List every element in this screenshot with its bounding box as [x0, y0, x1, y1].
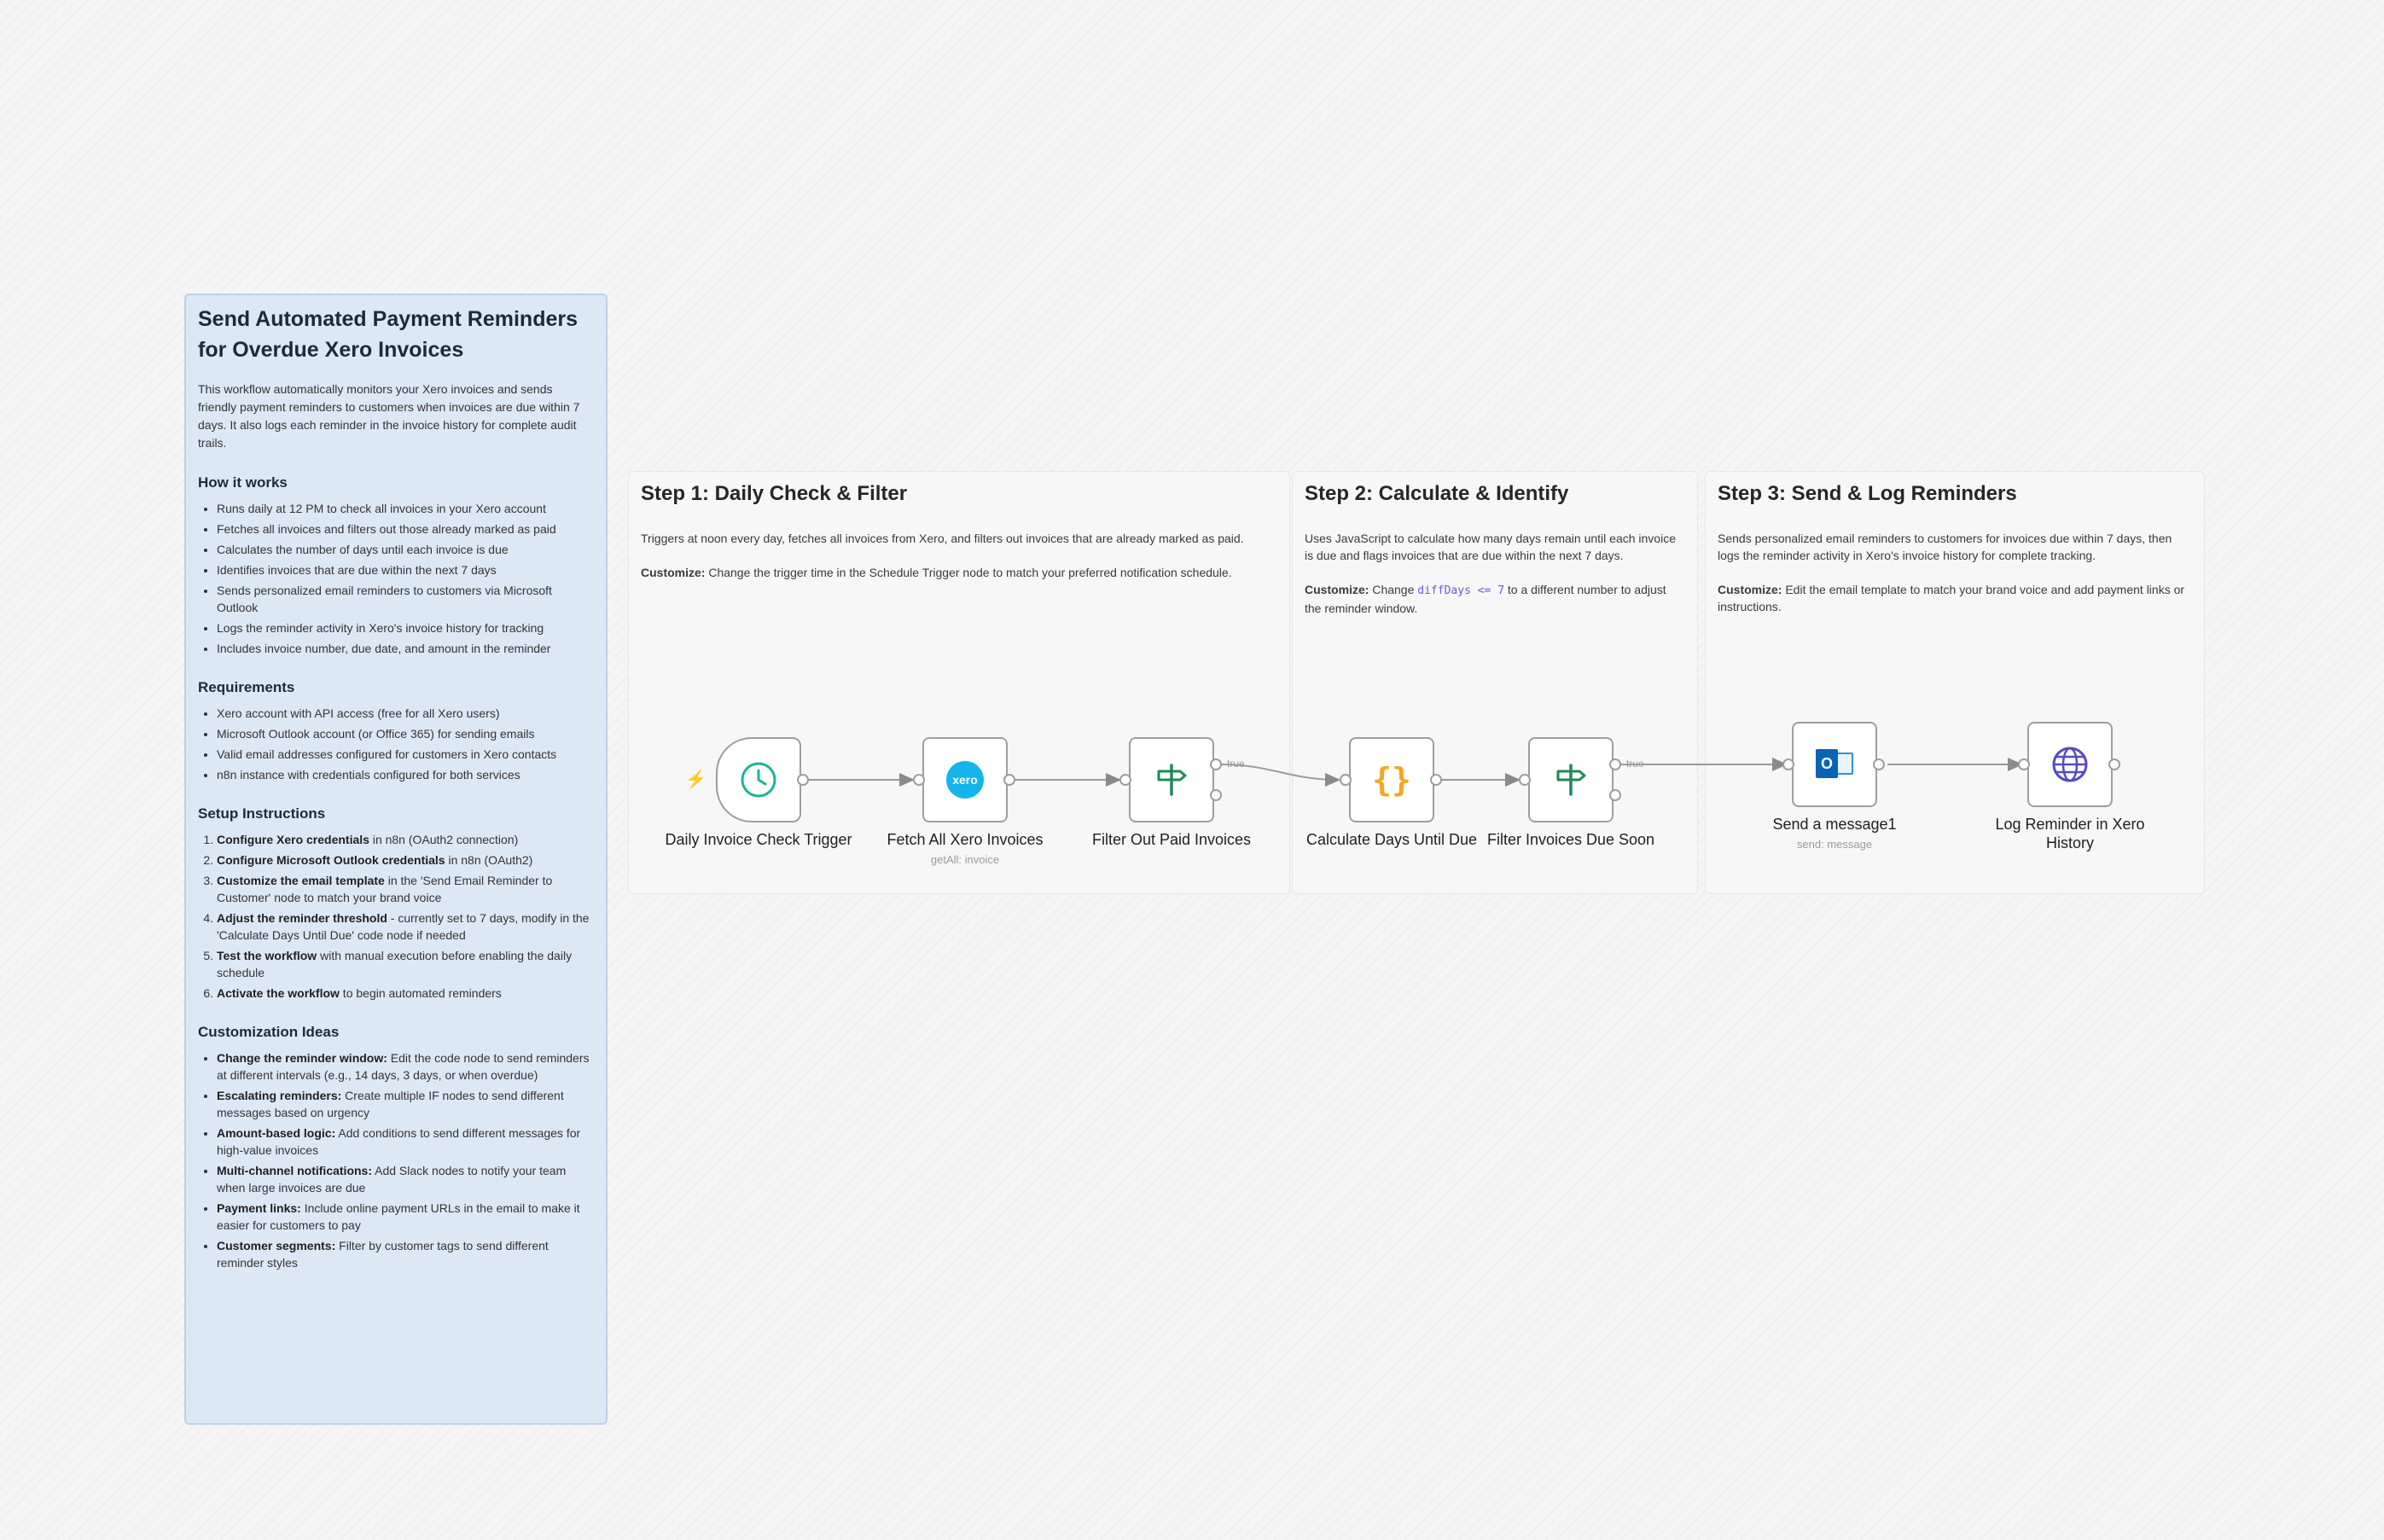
- signpost-icon: [1556, 764, 1586, 796]
- node-fetch-all-xero-invoices[interactable]: xero: [922, 737, 1008, 822]
- output-port-false[interactable]: [1210, 789, 1222, 801]
- node-filter-invoices-due-soon[interactable]: [1528, 737, 1614, 822]
- clock-icon: [741, 762, 776, 798]
- globe-icon: [2052, 747, 2088, 782]
- node-send-a-message1[interactable]: O: [1792, 722, 1877, 807]
- output-port[interactable]: [2108, 758, 2120, 770]
- node-label: Filter Invoices Due Soon: [1486, 831, 1655, 848]
- node-subtitle: getAll: invoice: [930, 853, 1000, 866]
- output-port-false[interactable]: [1609, 789, 1621, 801]
- node-label: Send a message1: [1772, 816, 1897, 833]
- input-port[interactable]: [1782, 758, 1794, 770]
- input-port[interactable]: [1340, 774, 1352, 786]
- edge-label-true: true: [1626, 758, 1644, 770]
- xero-logo-icon: xero: [946, 761, 984, 799]
- code-braces-icon: {}: [1372, 761, 1411, 799]
- node-label: Calculate Days Until Due: [1305, 831, 1478, 848]
- edge-label-true: true: [1227, 758, 1245, 770]
- node-label: Fetch All Xero Invoices: [887, 831, 1044, 848]
- output-port-true[interactable]: [1609, 758, 1621, 770]
- trigger-bolt-icon: ⚡: [685, 770, 706, 789]
- node-label: Log Reminder in Xero History: [1995, 816, 2145, 851]
- workflow-canvas[interactable]: Send Automated Payment Reminders for Ove…: [0, 0, 2384, 1540]
- output-port[interactable]: [1003, 774, 1015, 786]
- node-log-reminder-in-xero-history[interactable]: [2027, 722, 2113, 807]
- node-daily-invoice-check-trigger[interactable]: [716, 737, 801, 822]
- input-port[interactable]: [1119, 774, 1131, 786]
- signpost-icon: [1157, 764, 1187, 796]
- output-port[interactable]: [1430, 774, 1442, 786]
- node-filter-out-paid-invoices[interactable]: [1129, 737, 1214, 822]
- output-port-true[interactable]: [1210, 758, 1222, 770]
- outlook-icon: O: [1814, 747, 1855, 782]
- node-label: Filter Out Paid Invoices: [1091, 831, 1252, 848]
- node-subtitle: send: message: [1796, 838, 1873, 851]
- output-port[interactable]: [797, 774, 809, 786]
- input-port[interactable]: [913, 774, 925, 786]
- node-calculate-days-until-due[interactable]: {}: [1349, 737, 1434, 822]
- input-port[interactable]: [2018, 758, 2030, 770]
- output-port[interactable]: [1873, 758, 1885, 770]
- input-port[interactable]: [1519, 774, 1531, 786]
- node-label: Daily Invoice Check Trigger: [665, 831, 852, 848]
